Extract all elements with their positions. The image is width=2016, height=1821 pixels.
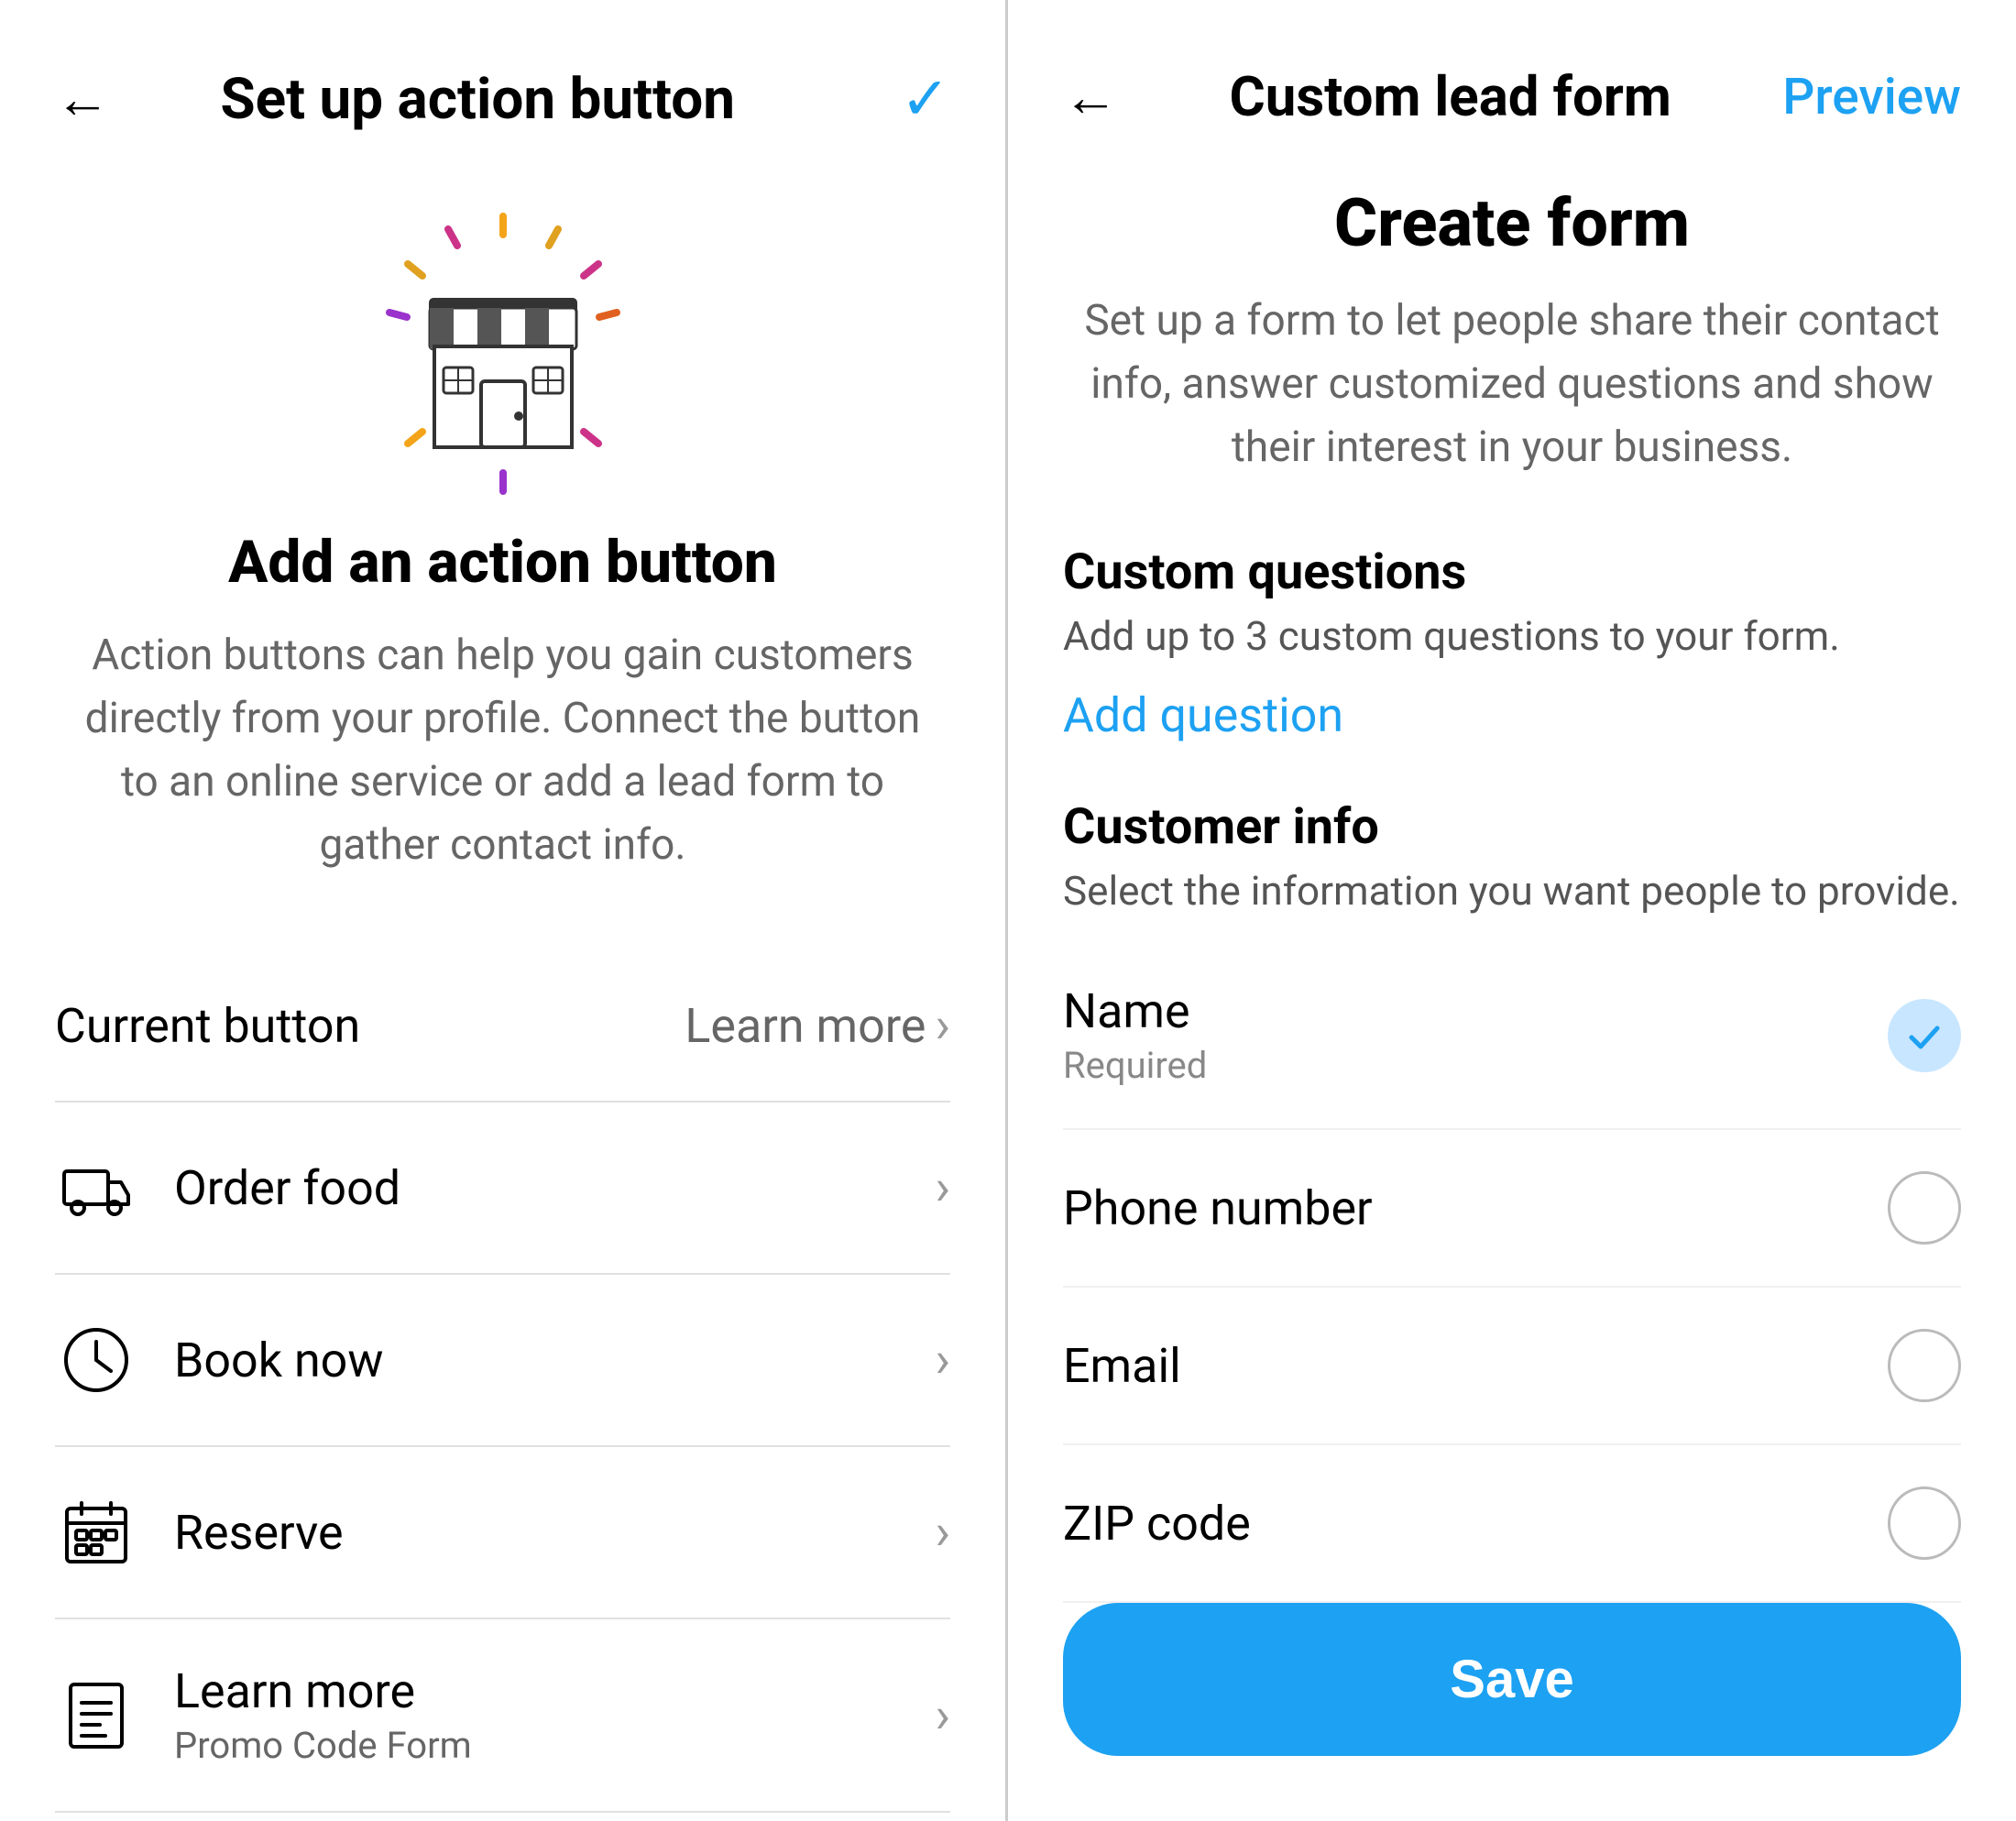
menu-item-reserve[interactable]: Reserve ›: [55, 1447, 950, 1619]
field-row-zip[interactable]: ZIP code: [1063, 1445, 1961, 1603]
clock-icon: [55, 1319, 137, 1401]
field-name-label: Name: [1063, 983, 1207, 1039]
field-row-name[interactable]: Name Required: [1063, 942, 1961, 1130]
left-page-title: Set up action button: [55, 66, 901, 133]
field-name-checkbox[interactable]: [1888, 999, 1961, 1072]
right-page-title: Custom lead form: [1118, 64, 1782, 129]
book-now-content: Book now: [174, 1333, 935, 1388]
current-button-label: Current button: [55, 998, 360, 1054]
learn-more-item-sublabel: Promo Code Form: [174, 1724, 935, 1767]
left-panel: ← Set up action button ✓: [0, 0, 1008, 1821]
add-question-button[interactable]: Add question: [1063, 687, 1961, 743]
create-form-title: Create form: [1063, 184, 1961, 262]
current-button-row: Current button Learn more ›: [55, 950, 950, 1102]
field-phone-checkbox[interactable]: [1888, 1171, 1961, 1245]
learn-more-content: Learn more Promo Code Form: [174, 1663, 935, 1767]
field-email-label: Email: [1063, 1338, 1181, 1394]
chevron-right-icon: ›: [935, 996, 950, 1055]
store-with-rays-icon: [356, 207, 650, 500]
field-row-phone[interactable]: Phone number: [1063, 1130, 1961, 1288]
custom-questions-subheading: Add up to 3 custom questions to your for…: [1063, 612, 1961, 660]
field-email-info: Email: [1063, 1338, 1181, 1394]
book-now-chevron: ›: [935, 1331, 950, 1389]
save-button[interactable]: Save: [1063, 1603, 1961, 1756]
learn-more-button[interactable]: Learn more ›: [685, 996, 950, 1055]
confirm-check-icon[interactable]: ✓: [901, 64, 950, 134]
field-name-info: Name Required: [1063, 983, 1207, 1087]
preview-button[interactable]: Preview: [1782, 68, 1961, 126]
section-title: Add an action button: [55, 528, 950, 597]
field-email-checkbox[interactable]: [1888, 1329, 1961, 1402]
right-header: ← Custom lead form Preview: [1063, 0, 1961, 184]
order-food-label: Order food: [174, 1160, 935, 1216]
learn-more-item-label: Learn more: [174, 1663, 935, 1719]
learn-more-label: Learn more: [685, 998, 926, 1054]
field-phone-label: Phone number: [1063, 1180, 1373, 1236]
learn-more-item-chevron: ›: [935, 1686, 950, 1745]
menu-item-order-food[interactable]: Order food ›: [55, 1102, 950, 1275]
order-food-content: Order food: [174, 1160, 935, 1216]
field-zip-info: ZIP code: [1063, 1496, 1251, 1552]
store-illustration: [55, 225, 950, 482]
order-food-chevron: ›: [935, 1158, 950, 1217]
field-zip-label: ZIP code: [1063, 1496, 1251, 1552]
reserve-label: Reserve: [174, 1505, 935, 1561]
document-icon: [55, 1674, 137, 1757]
field-phone-info: Phone number: [1063, 1180, 1373, 1236]
left-header: ← Set up action button ✓: [55, 0, 950, 189]
custom-questions-heading: Custom questions: [1063, 543, 1961, 601]
menu-item-learn-more[interactable]: Learn more Promo Code Form ›: [55, 1619, 950, 1813]
reserve-content: Reserve: [174, 1505, 935, 1561]
reserve-chevron: ›: [935, 1503, 950, 1562]
truck-icon: [55, 1146, 137, 1229]
right-panel: ← Custom lead form Preview Create form S…: [1008, 0, 2016, 1821]
field-row-email[interactable]: Email: [1063, 1288, 1961, 1445]
field-name-sublabel: Required: [1063, 1044, 1207, 1087]
create-form-description: Set up a form to let people share their …: [1063, 290, 1961, 479]
customer-info-subheading: Select the information you want people t…: [1063, 867, 1961, 915]
checkmark-icon: [1902, 1014, 1946, 1058]
right-back-button[interactable]: ←: [1063, 70, 1118, 125]
customer-info-heading: Customer info: [1063, 798, 1961, 856]
menu-item-book-now[interactable]: Book now ›: [55, 1275, 950, 1447]
section-description: Action buttons can help you gain custome…: [55, 624, 950, 877]
calendar-icon: [55, 1491, 137, 1574]
field-zip-checkbox[interactable]: [1888, 1486, 1961, 1560]
book-now-label: Book now: [174, 1333, 935, 1388]
